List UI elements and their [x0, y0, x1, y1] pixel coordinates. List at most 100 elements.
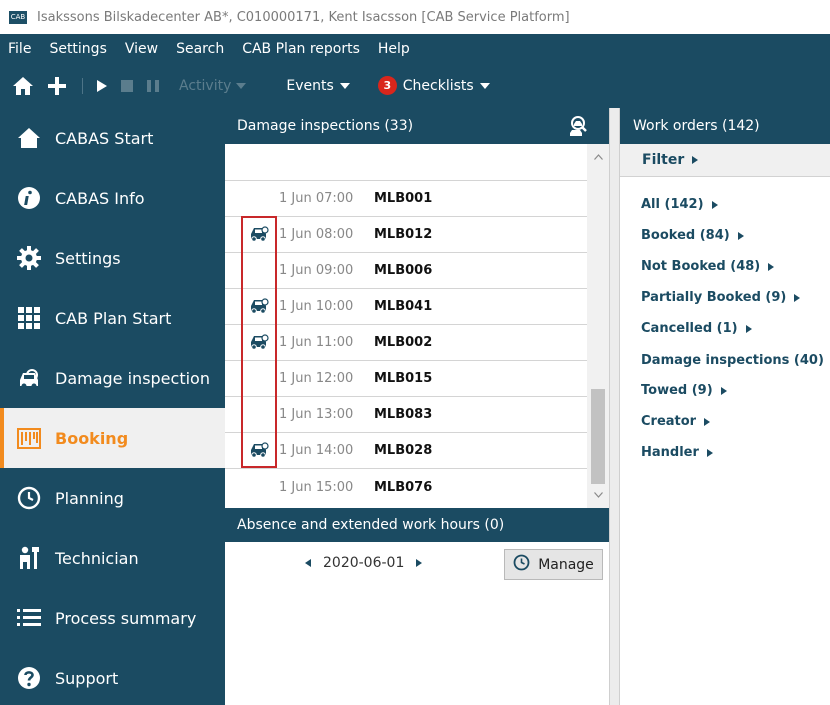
sidebar-item-cabas-info[interactable]: CABAS Info — [0, 168, 225, 228]
filter-item-label: Not Booked (48) — [641, 259, 761, 274]
row-time: 1 Jun 08:00 — [279, 227, 354, 242]
sidebar-item-label: CAB Plan Start — [55, 308, 172, 328]
list-scrollbar[interactable] — [587, 144, 609, 508]
table-row[interactable]: 1 Jun 11:00 MLB002 — [225, 325, 587, 361]
car-icon — [249, 442, 269, 463]
row-time: 1 Jun 15:00 — [279, 479, 354, 495]
filter-item-label: Cancelled (1) — [641, 321, 738, 336]
work-orders-filters: All (142) Booked (84) Not Booked (48) Pa… — [620, 177, 830, 705]
checklists-label: Checklists — [402, 77, 474, 94]
filter-damage-inspections[interactable]: Damage inspections (40) — [641, 353, 830, 368]
menu-cab-plan-reports[interactable]: CAB Plan reports — [242, 41, 360, 57]
home-icon[interactable] — [12, 76, 34, 96]
row-code: MLB002 — [374, 335, 433, 350]
table-row[interactable]: 1 Jun 08:00 MLB012 — [225, 217, 587, 253]
events-dropdown[interactable]: Events — [286, 77, 350, 94]
sidebar-item-cab-plan-start[interactable]: CAB Plan Start — [0, 288, 225, 348]
title-bar: CAB Isakssons Bilskadecenter AB*, C01000… — [0, 0, 830, 34]
list-icon — [16, 605, 42, 631]
row-time: 1 Jun 14:00 — [279, 443, 354, 458]
row-time: 1 Jun 12:00 — [279, 371, 354, 386]
sidebar-item-technician[interactable]: Technician — [0, 528, 225, 588]
toolbar-separator — [82, 77, 83, 94]
technician-icon — [16, 545, 42, 571]
checklists-dropdown[interactable]: 3 Checklists — [377, 76, 490, 95]
menu-settings[interactable]: Settings — [49, 41, 106, 57]
next-date-icon[interactable] — [416, 559, 423, 567]
damage-inspections-list: 1 Jun 07:00 MLB001 1 Jun 08:00 MLB012 1 … — [225, 144, 609, 508]
scroll-thumb[interactable] — [591, 389, 605, 484]
events-label: Events — [286, 77, 334, 94]
chevron-down-icon — [339, 82, 350, 89]
filter-all[interactable]: All (142) — [641, 197, 718, 212]
car-icon — [249, 226, 269, 247]
previous-date-icon[interactable] — [305, 559, 311, 567]
filter-item-label: Towed (9) — [641, 383, 713, 398]
panel-splitter[interactable] — [609, 108, 620, 705]
date-navigator: 2020-06-01 Manage — [225, 542, 609, 705]
car-icon — [249, 334, 269, 355]
sidebar-item-label: CABAS Start — [55, 128, 154, 148]
sidebar-item-settings[interactable]: Settings — [0, 228, 225, 288]
chevron-right-icon — [711, 200, 718, 209]
menu-view[interactable]: View — [125, 41, 158, 57]
sidebar-item-label: Damage inspection — [55, 368, 210, 388]
filter-item-label: All (142) — [641, 197, 704, 212]
row-code: MLB028 — [374, 443, 433, 458]
sidebar-item-cabas-start[interactable]: CABAS Start — [0, 108, 225, 168]
filter-item-label: Partially Booked (9) — [641, 290, 787, 305]
add-icon[interactable] — [48, 76, 66, 95]
filter-creator[interactable]: Creator — [641, 414, 711, 429]
sidebar-item-label: Booking — [55, 428, 129, 448]
app-logo: CAB — [9, 10, 27, 24]
table-row[interactable]: 1 Jun 10:00 MLB041 — [225, 289, 587, 325]
table-row[interactable]: 1 Jun 15:00 MLB076 — [225, 469, 587, 505]
manage-button[interactable]: Manage — [504, 549, 603, 580]
sidebar-item-label: Planning — [55, 488, 124, 508]
car-icon — [249, 298, 269, 319]
manage-label: Manage — [538, 556, 594, 573]
filter-partially-booked[interactable]: Partially Booked (9) — [641, 290, 801, 305]
table-row[interactable]: 1 Jun 07:00 MLB001 — [225, 181, 587, 217]
scroll-up-icon[interactable] — [587, 147, 609, 167]
scroll-down-icon[interactable] — [587, 485, 609, 505]
filter-towed[interactable]: Towed (9) — [641, 383, 727, 398]
window-title: Isakssons Bilskadecenter AB*, C010000171… — [37, 9, 570, 25]
filter-handler[interactable]: Handler — [641, 445, 713, 460]
activity-dropdown: Activity — [179, 78, 247, 94]
help-icon — [16, 665, 42, 691]
sidebar-item-process-summary[interactable]: Process summary — [0, 588, 225, 648]
chevron-down-icon — [479, 82, 490, 89]
table-row[interactable]: 1 Jun 14:00 MLB028 — [225, 433, 587, 469]
sidebar-item-planning[interactable]: Planning — [0, 468, 225, 528]
table-row[interactable]: 1 Jun 13:00 MLB083 — [225, 397, 587, 433]
absence-title: Absence and extended work hours (0) — [237, 517, 505, 533]
menu-bar: File Settings View Search CAB Plan repor… — [0, 34, 830, 63]
table-row[interactable]: 1 Jun 09:00 MLB006 — [225, 253, 587, 289]
row-code: MLB076 — [374, 479, 433, 495]
filter-cancelled[interactable]: Cancelled (1) — [641, 321, 752, 336]
row-time: 1 Jun 07:00 — [279, 191, 354, 206]
row-code: MLB041 — [374, 299, 433, 314]
row-time: 1 Jun 09:00 — [279, 263, 354, 278]
filter-not-booked[interactable]: Not Booked (48) — [641, 259, 775, 274]
sidebar-item-support[interactable]: Support — [0, 648, 225, 705]
grid-icon — [16, 305, 42, 331]
menu-search[interactable]: Search — [176, 41, 224, 57]
filter-toggle[interactable]: Filter — [620, 144, 830, 177]
pause-icon — [147, 79, 159, 92]
house-icon — [16, 125, 42, 151]
play-icon[interactable] — [97, 79, 107, 92]
chevron-down-icon — [236, 82, 247, 89]
damage-inspections-header: Damage inspections (33) — [225, 108, 609, 144]
sidebar-item-booking[interactable]: Booking — [0, 408, 225, 468]
filter-booked[interactable]: Booked (84) — [641, 228, 744, 243]
menu-help[interactable]: Help — [378, 41, 410, 57]
sidebar-item-label: Technician — [55, 548, 139, 568]
row-code: MLB001 — [374, 191, 433, 206]
car-search-icon[interactable] — [568, 115, 592, 141]
sidebar-item-damage-inspection[interactable]: Damage inspection — [0, 348, 225, 408]
table-row[interactable]: 1 Jun 12:00 MLB015 — [225, 361, 587, 397]
menu-file[interactable]: File — [8, 41, 31, 57]
list-row-empty — [225, 144, 587, 181]
